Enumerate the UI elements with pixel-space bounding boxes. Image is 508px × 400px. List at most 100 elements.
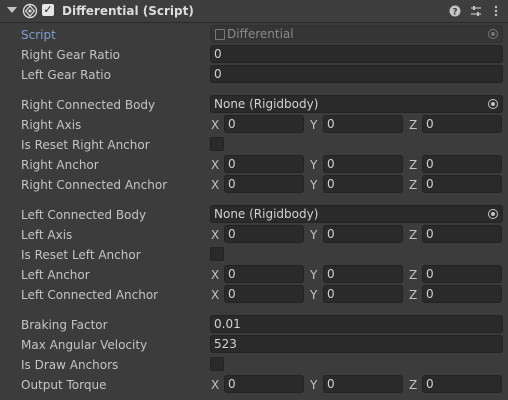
y-label[interactable]: Y bbox=[310, 268, 317, 282]
y-label[interactable]: Y bbox=[310, 178, 317, 192]
max-angular-velocity-row: Max Angular Velocity 523 bbox=[0, 335, 508, 355]
left-connected-body-row: Left Connected Body None (Rigidbody) bbox=[0, 205, 508, 225]
right-axis-x-field[interactable]: 0 bbox=[224, 115, 304, 133]
left-axis-label: Left Axis bbox=[21, 228, 73, 242]
x-label[interactable]: X bbox=[211, 268, 219, 282]
output-torque-row: Output Torque X 0 Y 0 Z 0 bbox=[0, 375, 508, 395]
left-gear-ratio-row: Left Gear Ratio 0 bbox=[0, 65, 508, 85]
right-anchor-row: Right Anchor X 0 Y 0 Z 0 bbox=[0, 155, 508, 175]
y-label[interactable]: Y bbox=[310, 158, 317, 172]
right-connected-anchor-y-field[interactable]: 0 bbox=[323, 175, 403, 193]
is-reset-right-anchor-row: Is Reset Right Anchor bbox=[0, 135, 508, 155]
right-axis-label: Right Axis bbox=[21, 118, 82, 132]
max-angular-velocity-field[interactable]: 523 bbox=[210, 335, 503, 353]
left-axis-row: Left Axis X 0 Y 0 Z 0 bbox=[0, 225, 508, 245]
object-picker-icon bbox=[488, 29, 498, 39]
right-connected-anchor-x-field[interactable]: 0 bbox=[224, 175, 304, 193]
z-label[interactable]: Z bbox=[409, 378, 417, 392]
left-anchor-z-field[interactable]: 0 bbox=[422, 265, 502, 283]
component-header: ✓ Differential (Script) ? bbox=[0, 0, 508, 23]
right-gear-ratio-field[interactable]: 0 bbox=[210, 45, 503, 63]
y-label[interactable]: Y bbox=[310, 228, 317, 242]
right-gear-ratio-row: Right Gear Ratio 0 bbox=[0, 45, 508, 65]
is-reset-left-anchor-checkbox[interactable] bbox=[210, 247, 224, 261]
left-anchor-x-field[interactable]: 0 bbox=[224, 265, 304, 283]
right-connected-anchor-z-field[interactable]: 0 bbox=[422, 175, 502, 193]
right-anchor-x-field[interactable]: 0 bbox=[224, 155, 304, 173]
help-icon[interactable]: ? bbox=[448, 3, 462, 19]
left-connected-anchor-z-field[interactable]: 0 bbox=[422, 285, 502, 303]
object-picker-icon[interactable] bbox=[488, 209, 498, 219]
preset-sliders-icon[interactable] bbox=[469, 3, 483, 19]
output-torque-label: Output Torque bbox=[21, 378, 107, 392]
script-row: Script Differential bbox=[0, 25, 508, 45]
script-component-icon bbox=[22, 3, 38, 19]
output-torque-y-field[interactable]: 0 bbox=[323, 375, 403, 393]
output-torque-x-field[interactable]: 0 bbox=[224, 375, 304, 393]
is-reset-left-anchor-label: Is Reset Left Anchor bbox=[21, 248, 141, 262]
left-gear-ratio-field[interactable]: 0 bbox=[210, 65, 503, 83]
left-axis-x-field[interactable]: 0 bbox=[224, 225, 304, 243]
z-label[interactable]: Z bbox=[409, 268, 417, 282]
left-axis-y-field[interactable]: 0 bbox=[323, 225, 403, 243]
is-draw-anchors-checkbox[interactable] bbox=[210, 357, 224, 371]
right-gear-ratio-label: Right Gear Ratio bbox=[21, 48, 121, 62]
left-connected-anchor-row: Left Connected Anchor X 0 Y 0 Z 0 bbox=[0, 285, 508, 305]
script-value: Differential bbox=[227, 27, 294, 41]
left-connected-anchor-y-field[interactable]: 0 bbox=[323, 285, 403, 303]
z-label[interactable]: Z bbox=[409, 178, 417, 192]
is-reset-left-anchor-row: Is Reset Left Anchor bbox=[0, 245, 508, 265]
right-axis-z-field[interactable]: 0 bbox=[422, 115, 502, 133]
right-connected-anchor-row: Right Connected Anchor X 0 Y 0 Z 0 bbox=[0, 175, 508, 195]
left-connected-body-value: None (Rigidbody) bbox=[214, 207, 319, 221]
z-label[interactable]: Z bbox=[409, 228, 417, 242]
right-anchor-label: Right Anchor bbox=[21, 158, 99, 172]
right-connected-body-value: None (Rigidbody) bbox=[214, 97, 319, 111]
right-connected-anchor-label: Right Connected Anchor bbox=[21, 178, 168, 192]
left-gear-ratio-label: Left Gear Ratio bbox=[21, 68, 111, 82]
x-label[interactable]: X bbox=[211, 178, 219, 192]
y-label[interactable]: Y bbox=[310, 288, 317, 302]
braking-factor-field[interactable]: 0.01 bbox=[210, 315, 503, 333]
left-anchor-row: Left Anchor X 0 Y 0 Z 0 bbox=[0, 265, 508, 285]
foldout-caret-icon[interactable] bbox=[7, 7, 17, 13]
braking-factor-row: Braking Factor 0.01 bbox=[0, 315, 508, 335]
right-anchor-y-field[interactable]: 0 bbox=[323, 155, 403, 173]
right-axis-y-field[interactable]: 0 bbox=[323, 115, 403, 133]
right-connected-body-label: Right Connected Body bbox=[21, 98, 156, 112]
x-label[interactable]: X bbox=[211, 288, 219, 302]
x-label[interactable]: X bbox=[211, 378, 219, 392]
right-axis-row: Right Axis X 0 Y 0 Z 0 bbox=[0, 115, 508, 135]
y-label[interactable]: Y bbox=[310, 118, 317, 132]
left-connected-body-field[interactable]: None (Rigidbody) bbox=[210, 205, 503, 223]
context-menu-icon[interactable] bbox=[489, 3, 503, 19]
component-enabled-checkbox[interactable]: ✓ bbox=[42, 4, 54, 16]
z-label[interactable]: Z bbox=[409, 158, 417, 172]
y-label[interactable]: Y bbox=[310, 378, 317, 392]
x-label[interactable]: X bbox=[211, 118, 219, 132]
right-anchor-z-field[interactable]: 0 bbox=[422, 155, 502, 173]
is-draw-anchors-label: Is Draw Anchors bbox=[21, 358, 119, 372]
z-label[interactable]: Z bbox=[409, 118, 417, 132]
is-reset-right-anchor-label: Is Reset Right Anchor bbox=[21, 138, 150, 152]
braking-factor-label: Braking Factor bbox=[21, 318, 108, 332]
left-anchor-y-field[interactable]: 0 bbox=[323, 265, 403, 283]
is-reset-right-anchor-checkbox[interactable] bbox=[210, 137, 224, 151]
x-label[interactable]: X bbox=[211, 158, 219, 172]
left-axis-z-field[interactable]: 0 bbox=[422, 225, 502, 243]
z-label[interactable]: Z bbox=[409, 288, 417, 302]
max-angular-velocity-label: Max Angular Velocity bbox=[21, 338, 148, 352]
left-connected-anchor-label: Left Connected Anchor bbox=[21, 288, 159, 302]
object-picker-icon[interactable] bbox=[488, 99, 498, 109]
script-field: Differential bbox=[210, 25, 503, 43]
x-label[interactable]: X bbox=[211, 228, 219, 242]
script-label: Script bbox=[21, 28, 56, 42]
left-connected-anchor-x-field[interactable]: 0 bbox=[224, 285, 304, 303]
output-torque-z-field[interactable]: 0 bbox=[422, 375, 502, 393]
component-title: Differential (Script) bbox=[62, 4, 194, 18]
svg-text:?: ? bbox=[452, 8, 457, 18]
left-connected-body-label: Left Connected Body bbox=[21, 208, 147, 222]
script-file-icon bbox=[215, 29, 225, 40]
right-connected-body-row: Right Connected Body None (Rigidbody) bbox=[0, 95, 508, 115]
right-connected-body-field[interactable]: None (Rigidbody) bbox=[210, 95, 503, 113]
